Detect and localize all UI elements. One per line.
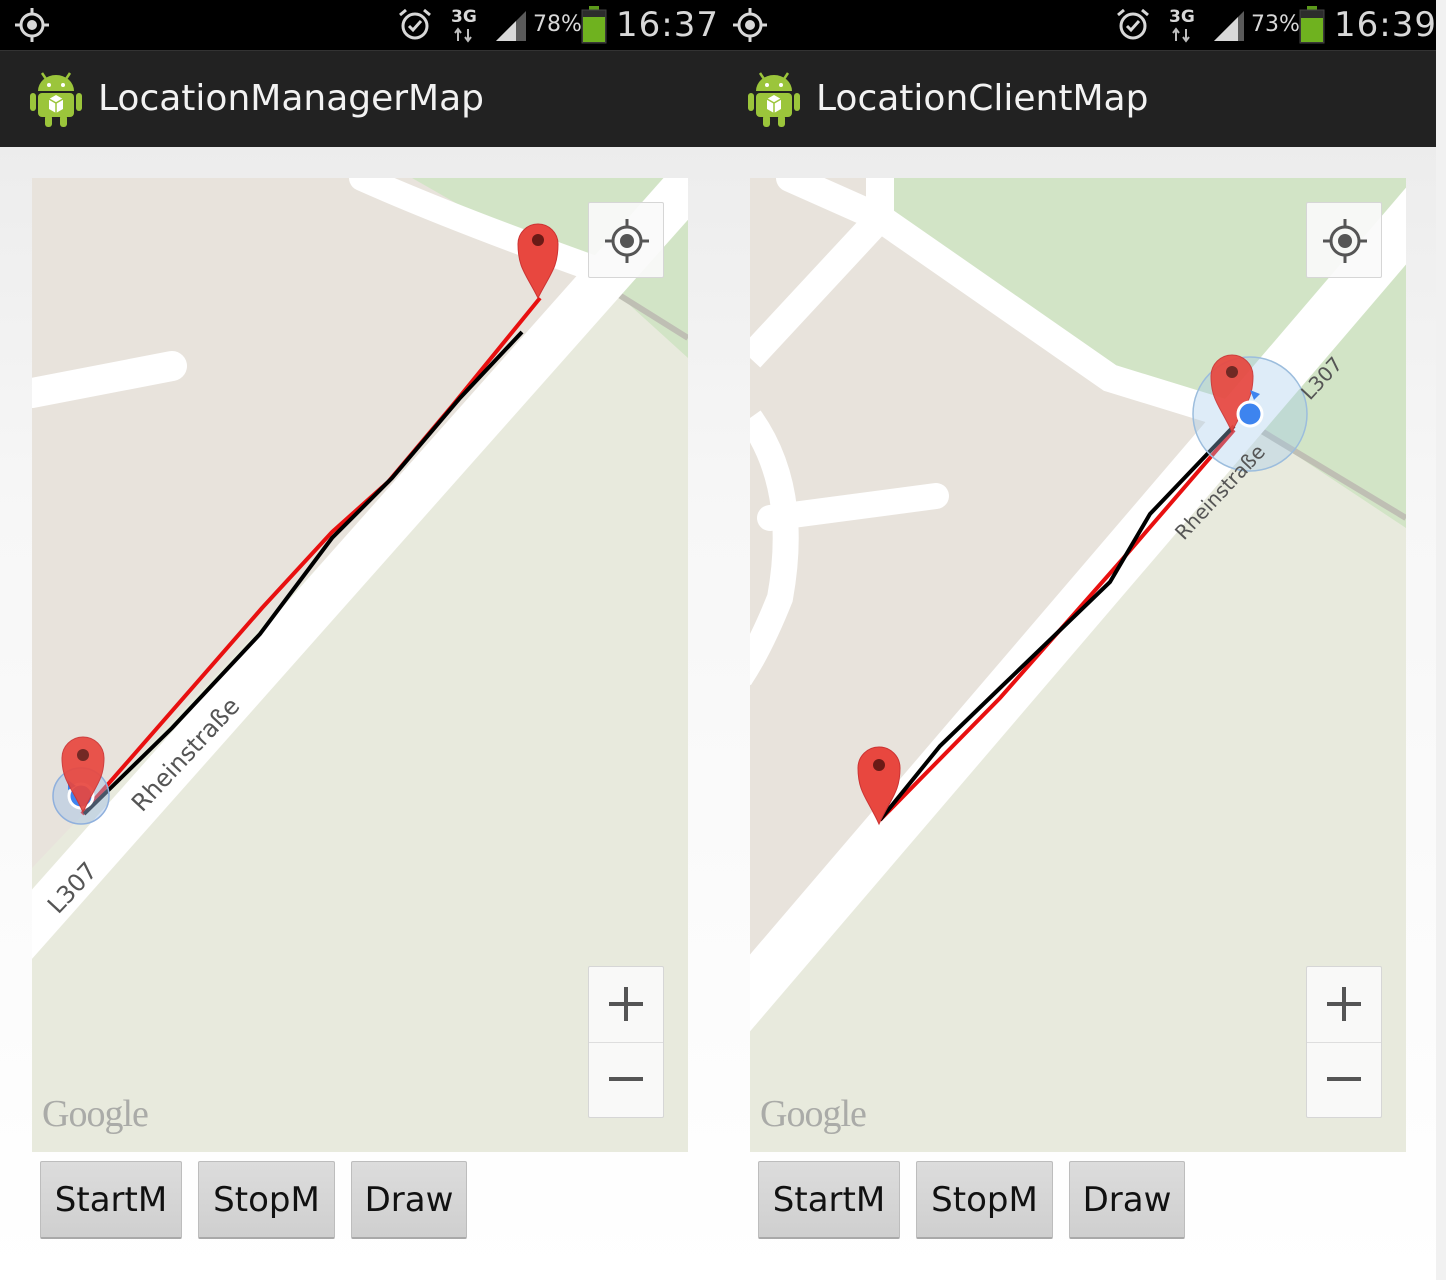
draw-button[interactable]: Draw: [1069, 1161, 1185, 1239]
clock: 16:37: [616, 5, 718, 45]
action-bar: LocationManagerMap: [0, 50, 718, 147]
google-logo: Google: [42, 1093, 149, 1135]
clock: 16:39: [1334, 5, 1436, 45]
battery-percent: 78%: [533, 12, 582, 37]
my-location-button[interactable]: [588, 202, 664, 278]
zoom-controls: [1306, 966, 1382, 1118]
status-bar: 3G 78% 16:37: [0, 0, 718, 50]
zoom-controls: [588, 966, 664, 1118]
network-type: 3G: [1169, 7, 1195, 27]
network-type: 3G: [451, 7, 477, 27]
zoom-out-button[interactable]: [1307, 1042, 1381, 1117]
map-view[interactable]: Rheinstraße L307 Google: [32, 178, 688, 1152]
screen-location-manager: 3G 78% 16:37 LocationManagerMap Rheinstr…: [0, 0, 718, 1280]
data-arrows-icon: [454, 27, 472, 43]
draw-button[interactable]: Draw: [351, 1161, 467, 1239]
zoom-in-button[interactable]: [1307, 967, 1381, 1043]
my-location-icon: [1323, 219, 1367, 263]
signal-icon: [1214, 11, 1244, 41]
battery-icon: [1299, 6, 1325, 44]
gps-icon: [15, 8, 49, 42]
data-arrows-icon: [1172, 27, 1190, 43]
zoom-in-icon: [1327, 987, 1361, 1021]
gps-icon: [733, 8, 767, 42]
zoom-out-button[interactable]: [589, 1042, 663, 1117]
app-title: LocationClientMap: [816, 78, 1149, 119]
signal-icon: [496, 11, 526, 41]
android-app-icon: [30, 72, 82, 127]
screen-location-client: 3G 73% 16:39 LocationClientMap Rheinstra…: [718, 0, 1436, 1280]
stop-button[interactable]: StopM: [198, 1161, 335, 1239]
stop-button[interactable]: StopM: [916, 1161, 1053, 1239]
my-location-icon: [605, 219, 649, 263]
android-app-icon: [748, 72, 800, 127]
my-location-button[interactable]: [1306, 202, 1382, 278]
alarm-icon: [399, 8, 431, 40]
current-location-icon: [1236, 400, 1264, 428]
google-logo: Google: [760, 1093, 867, 1135]
zoom-out-icon: [609, 1077, 643, 1081]
zoom-in-icon: [609, 987, 643, 1021]
zoom-in-button[interactable]: [589, 967, 663, 1043]
app-title: LocationManagerMap: [98, 78, 485, 119]
zoom-out-icon: [1327, 1077, 1361, 1081]
map-view[interactable]: Rheinstraße L307 Google: [750, 178, 1406, 1152]
alarm-icon: [1117, 8, 1149, 40]
start-button[interactable]: StartM: [758, 1161, 900, 1239]
battery-percent: 73%: [1251, 12, 1300, 37]
battery-icon: [581, 6, 607, 44]
start-button[interactable]: StartM: [40, 1161, 182, 1239]
action-bar: LocationClientMap: [718, 50, 1436, 147]
status-bar: 3G 73% 16:39: [718, 0, 1436, 50]
